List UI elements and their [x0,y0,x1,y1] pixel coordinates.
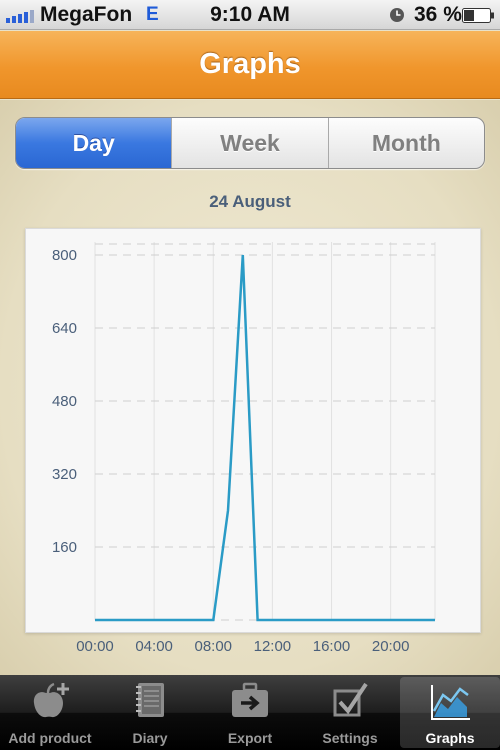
checkbox-icon [333,682,368,717]
x-tick-label: 16:00 [313,638,351,655]
tab-label: Diary [132,730,168,746]
y-tick-label: 320 [52,466,77,483]
x-tick-label: 12:00 [254,638,292,655]
x-axis-labels: 00:00 04:00 08:00 12:00 16:00 20:00 [76,638,409,655]
tab-label: Graphs [425,730,475,746]
apple-plus-icon [33,682,69,718]
y-tick-label: 160 [52,539,77,556]
tab-diary[interactable]: Diary [100,675,200,750]
tab-export[interactable]: Export [200,675,300,750]
briefcase-arrow-icon [232,682,268,717]
tab-graphs[interactable]: Graphs [400,677,500,748]
x-tick-label: 20:00 [372,638,410,655]
tab-bar: Add product Diary Export Settings Graphs [0,675,500,750]
tab-label: Add product [8,730,92,746]
y-tick-label: 480 [52,393,77,410]
graph-icon [431,685,470,720]
y-tick-label: 800 [52,247,77,264]
daily-line-chart: 160 320 480 640 800 00:00 04:00 08:00 12:00 16:0… [52,242,436,655]
tab-label: Export [227,730,273,746]
y-axis-labels: 160 320 480 640 800 [52,247,77,556]
x-tick-label: 08:00 [194,638,232,655]
series-line [95,254,435,622]
chart-grid [94,242,436,621]
tab-settings[interactable]: Settings [300,675,400,750]
tab-add-product[interactable]: Add product [0,675,100,750]
notebook-icon [136,683,164,717]
tab-label: Settings [322,730,378,746]
y-tick-label: 640 [52,320,77,337]
x-tick-label: 00:00 [76,638,114,655]
x-tick-label: 04:00 [135,638,173,655]
